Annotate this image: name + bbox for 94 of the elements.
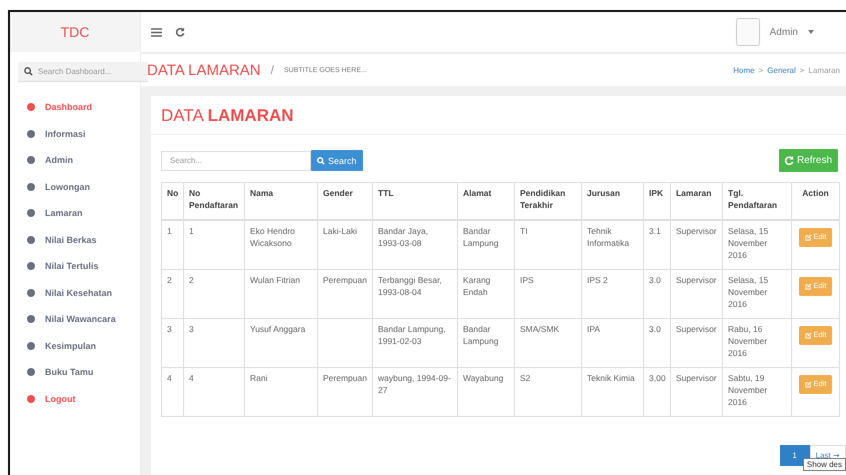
edit-icon	[804, 282, 812, 290]
column-header: No Pendaftaran	[184, 182, 244, 220]
search-field[interactable]: Search Dashboard...	[18, 62, 148, 82]
column-header: Gender	[318, 182, 372, 220]
table-cell: Bandar Jaya, 1993-03-08	[372, 220, 458, 270]
table-cell: Bandar Lampung	[458, 220, 514, 270]
table-cell: Eko Hendro Wicaksono	[244, 220, 318, 270]
table-cell: 3.1	[644, 220, 670, 270]
table-cell: Supervisor	[670, 220, 722, 270]
refresh-icon	[784, 156, 794, 165]
table-cell: Teknik Kimia	[582, 368, 644, 416]
table-cell: Karang Endah	[458, 270, 514, 318]
table-cell: 3.0	[644, 270, 670, 318]
column-header: Tgl. Pendaftaran	[722, 182, 792, 220]
column-header: Action	[792, 182, 840, 220]
search-icon	[24, 67, 33, 76]
table-cell: Tehnik Informatika	[582, 220, 644, 270]
table-cell: Supervisor	[670, 368, 722, 416]
sidebar-item[interactable]: Buku Tamu	[10, 359, 140, 386]
table-cell: 3	[184, 318, 244, 368]
table-cell: waybung, 1994-09-27	[372, 368, 458, 416]
sidebar-item[interactable]: Dashboard	[10, 94, 140, 120]
sidebar-item[interactable]: Admin	[10, 147, 140, 174]
breadcrumb-link[interactable]: General	[767, 66, 796, 74]
sidebar-item[interactable]: Nilai Berkas	[10, 226, 140, 253]
table-cell: SMA/SMK	[514, 318, 582, 368]
table-cell: Supervisor	[670, 270, 722, 318]
refresh-button[interactable]: Refresh	[778, 149, 838, 172]
column-header: TTL	[372, 182, 458, 220]
table-cell: Bandar Lampung	[458, 318, 514, 368]
column-header: Alamat	[458, 182, 514, 220]
table-cell: Perempuan	[318, 368, 372, 416]
table-cell: 2	[184, 270, 244, 318]
separator-slash: /	[270, 63, 274, 77]
table-cell: Selasa, 15 November 2016	[722, 270, 792, 318]
tooltip: Show des	[802, 458, 846, 471]
user-menu[interactable]: Admin	[770, 26, 798, 38]
table-cell: 3,00	[644, 368, 670, 416]
sidebar-item[interactable]: Logout	[10, 386, 140, 412]
table-cell: 1	[184, 220, 244, 270]
column-header: Pendidikan Terakhir	[514, 182, 582, 220]
column-header: Lamaran	[670, 182, 722, 220]
sidebar-item[interactable]: Nilai Wawancara	[10, 306, 140, 332]
table-cell	[318, 318, 372, 368]
table-cell: Laki-Laki	[318, 220, 372, 270]
breadcrumb-link[interactable]: Home	[733, 66, 755, 74]
page-title: DATA LAMARAN	[147, 62, 261, 78]
search-icon	[317, 156, 325, 164]
table-cell: Wayabung	[458, 368, 514, 416]
sidebar-item[interactable]: Nilai Kesehatan	[10, 280, 140, 306]
breadcrumb-separator: >	[800, 66, 804, 74]
table-cell: Wulan Fitrian	[244, 270, 318, 318]
edit-icon	[804, 380, 812, 388]
edit-icon	[804, 234, 812, 241]
caret-icon[interactable]	[808, 30, 814, 34]
table-cell: 3.0	[644, 318, 670, 368]
table-cell: Bandar Lampung, 1991-02-03	[372, 318, 458, 368]
table-cell: 4	[162, 368, 184, 416]
card-title: DATA LAMARAN	[151, 96, 846, 135]
column-header: Jurusan	[582, 182, 644, 220]
table-cell: Selasa, 15 November 2016	[722, 220, 792, 270]
column-header: IPK	[644, 182, 670, 220]
table-cell: 1	[162, 220, 184, 270]
search-input[interactable]: Search...	[161, 150, 311, 170]
table-cell: IPS 2	[582, 270, 644, 318]
sidebar-item[interactable]: Lamaran	[10, 200, 140, 226]
table-cell: Rabu, 16 November 2016	[722, 318, 792, 368]
column-header: Nama	[244, 182, 318, 220]
table-cell: Terbanggi Besar, 1993-08-04	[372, 270, 458, 318]
column-header: No	[162, 182, 184, 220]
table-cell: IPA	[582, 318, 644, 368]
table-cell: Perempuan	[318, 270, 372, 318]
brand-logo[interactable]: TDC	[10, 12, 140, 52]
table-cell: 2	[162, 270, 184, 318]
table-cell: 4	[184, 368, 244, 416]
sidebar-item[interactable]: Lowongan	[10, 174, 140, 200]
table-cell: TI	[514, 220, 582, 270]
table-cell: S2	[514, 368, 582, 416]
table-cell: Yusuf Anggara	[244, 318, 318, 368]
breadcrumb-current: Lamaran	[808, 66, 840, 74]
menu-icon[interactable]	[151, 28, 162, 36]
sidebar-item[interactable]: Informasi	[10, 120, 140, 147]
table-cell: Sabtu, 19 November 2016	[722, 368, 792, 416]
search-button[interactable]: Search	[311, 150, 363, 171]
sidebar-item[interactable]: Nilai Tertulis	[10, 253, 140, 280]
table-cell: Supervisor	[670, 318, 722, 368]
table-cell: 3	[162, 318, 184, 368]
reload-icon[interactable]	[176, 27, 185, 37]
table-cell: Rani	[244, 368, 318, 416]
broken-image-icon	[736, 18, 760, 46]
breadcrumb-separator: >	[758, 66, 764, 74]
sidebar-item[interactable]: Kesimpulan	[10, 332, 140, 359]
table-cell: IPS	[514, 270, 582, 318]
edit-icon	[804, 332, 812, 339]
